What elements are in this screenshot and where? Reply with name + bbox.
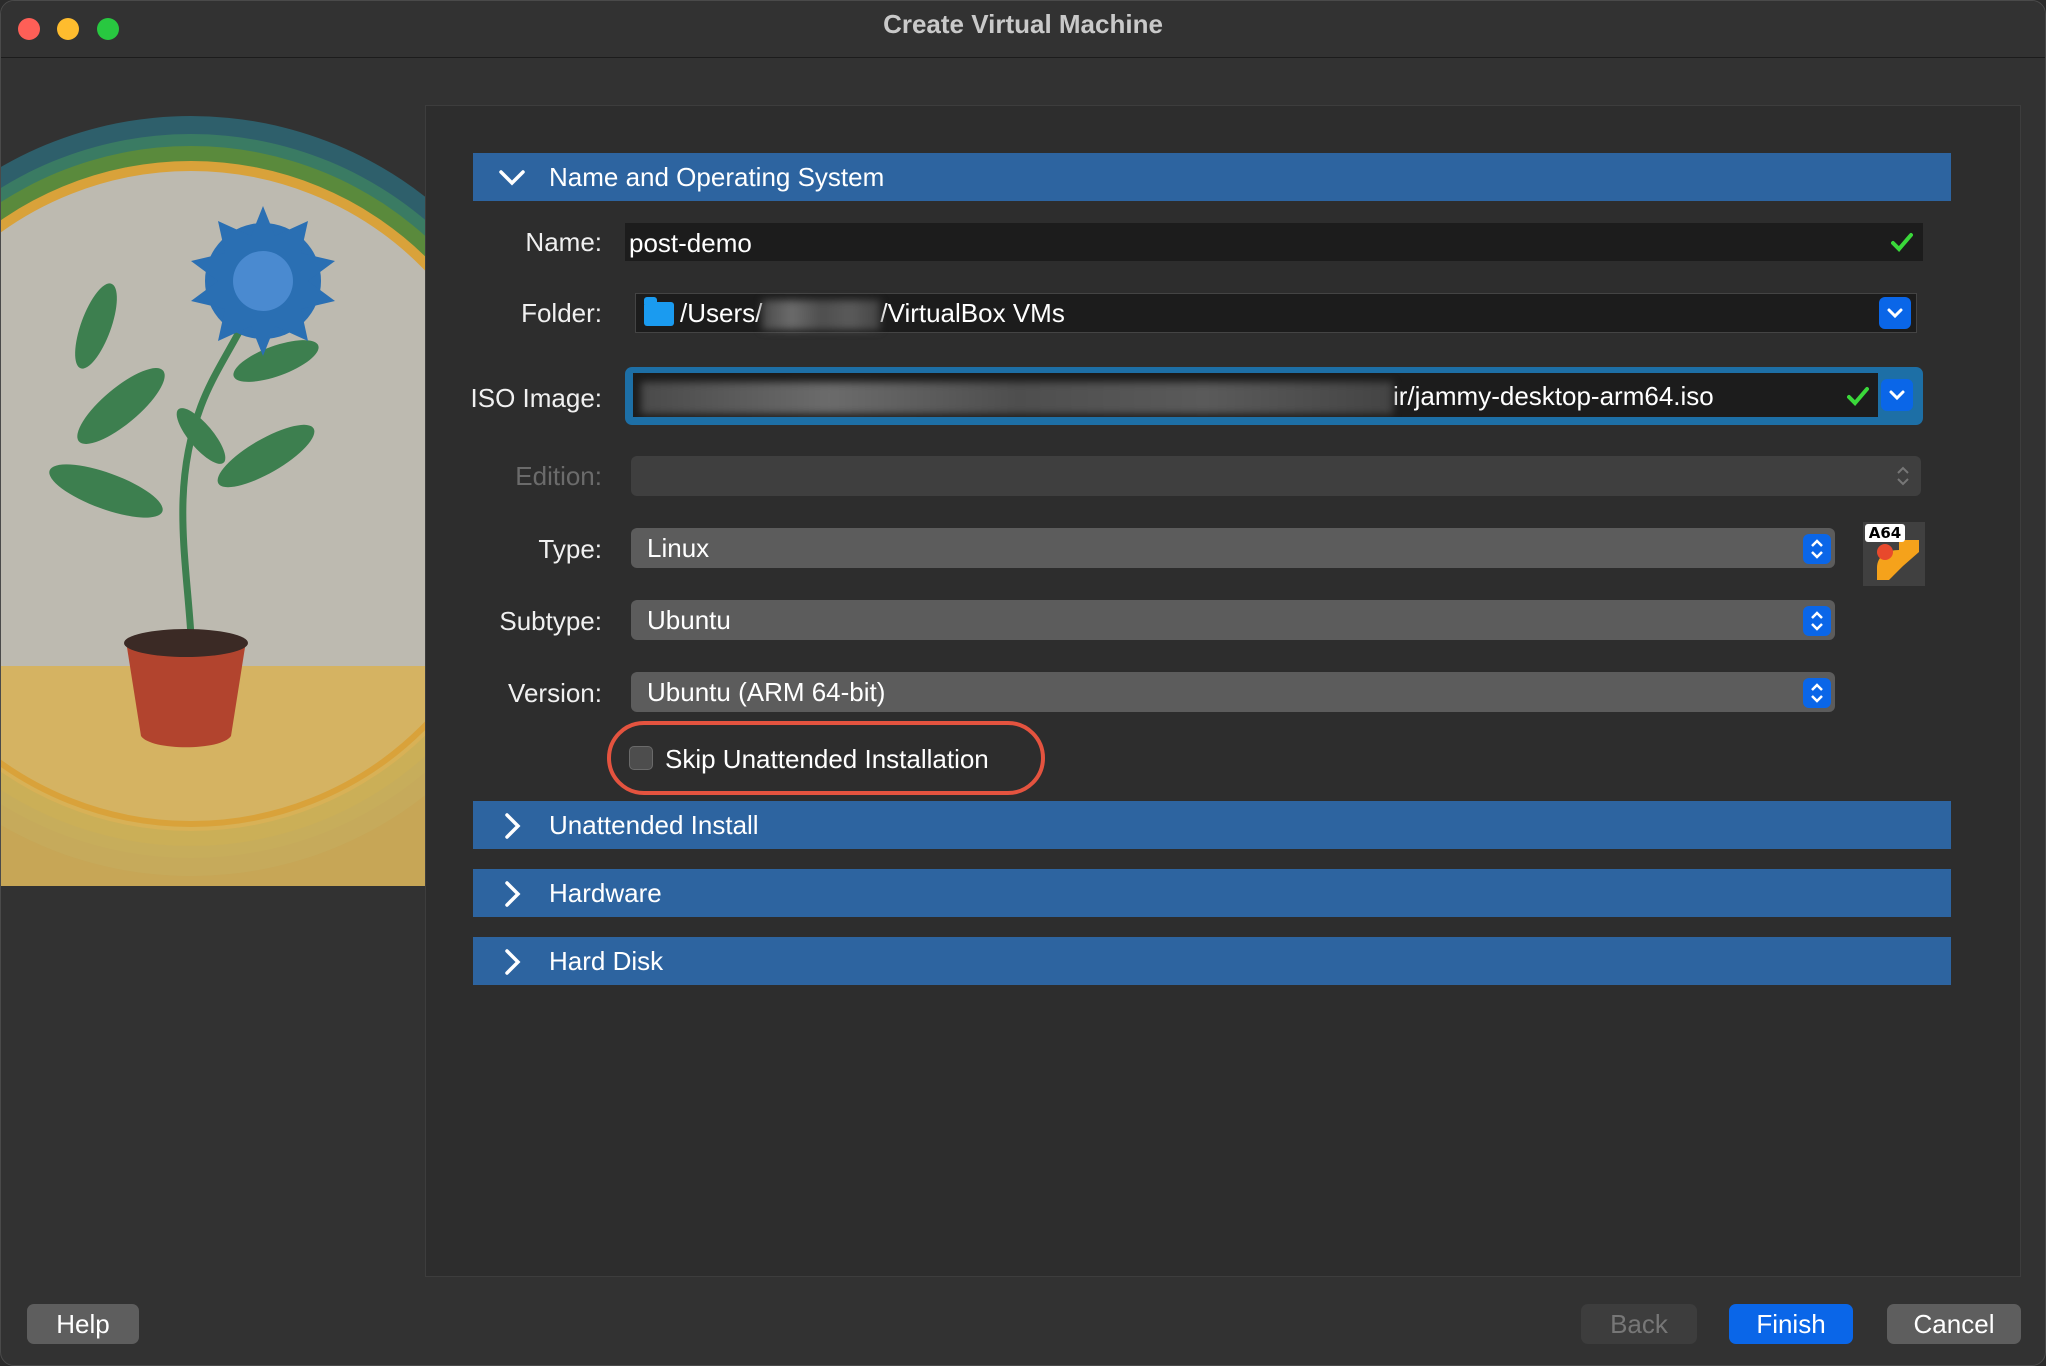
ubuntu-arm64-os-icon: A64 <box>1863 522 1925 586</box>
type-label: Type: <box>538 534 602 564</box>
cancel-button[interactable]: Cancel <box>1887 1304 2021 1344</box>
type-value: Linux <box>647 533 710 563</box>
window-title: Create Virtual Machine <box>883 9 1163 39</box>
skip-unattended-label[interactable]: Skip Unattended Installation <box>665 744 989 775</box>
section-hard-disk[interactable]: Hard Disk <box>473 937 1951 985</box>
iso-input[interactable]: ir/jammy-desktop-arm64.iso <box>633 373 1878 417</box>
skip-unattended-checkbox[interactable] <box>629 746 653 770</box>
folder-label: Folder: <box>521 298 602 328</box>
chevron-right-icon <box>505 881 521 907</box>
section-unattended-label: Unattended Install <box>549 810 759 840</box>
help-button[interactable]: Help <box>27 1304 139 1344</box>
subtype-label: Subtype: <box>499 606 602 636</box>
finish-button[interactable]: Finish <box>1729 1304 1853 1344</box>
name-label: Name: <box>525 227 602 257</box>
chevron-right-icon <box>505 949 521 975</box>
section-hardware-label: Hardware <box>549 878 662 908</box>
updown-chevron-icon <box>1811 539 1823 559</box>
iso-value: ir/jammy-desktop-arm64.iso <box>1393 381 1714 411</box>
redacted-username <box>762 300 881 331</box>
folder-path-prefix: /Users/ <box>680 298 763 328</box>
chevron-down-icon <box>1889 390 1905 401</box>
updown-chevron-icon <box>1897 466 1909 486</box>
version-select-stepper[interactable] <box>1803 678 1831 708</box>
iso-label: ISO Image: <box>470 383 603 413</box>
version-select[interactable]: Ubuntu (ARM 64-bit) <box>631 672 1835 712</box>
create-vm-window: Create Virtual Machine Name and Operatin… <box>0 0 2046 1366</box>
section-name-os[interactable]: Name and Operating System <box>473 153 1951 201</box>
chevron-down-icon <box>499 170 525 186</box>
valid-check-icon <box>1847 387 1869 406</box>
subtype-select[interactable]: Ubuntu <box>631 600 1835 640</box>
section-unattended-install[interactable]: Unattended Install <box>473 801 1951 849</box>
redacted-iso-path <box>641 382 1393 415</box>
section-hard-disk-label: Hard Disk <box>549 946 664 976</box>
folder-path-suffix: /VirtualBox VMs <box>880 298 1065 328</box>
edition-select <box>631 456 1921 496</box>
type-select[interactable]: Linux <box>631 528 1835 568</box>
name-input[interactable]: post-demo <box>625 223 1923 261</box>
os-badge-text: A64 <box>1869 524 1901 542</box>
subtype-value: Ubuntu <box>647 605 731 635</box>
name-value: post-demo <box>629 228 752 258</box>
section-hardware[interactable]: Hardware <box>473 869 1951 917</box>
section-name-os-label: Name and Operating System <box>549 162 885 192</box>
valid-check-icon <box>1891 233 1913 252</box>
folder-selector[interactable]: /Users/ /VirtualBox VMs <box>635 293 1917 333</box>
subtype-select-stepper[interactable] <box>1803 606 1831 636</box>
iso-dropdown-button[interactable] <box>1881 379 1913 411</box>
edition-label: Edition: <box>515 461 602 491</box>
title-bar: Create Virtual Machine <box>1 1 2045 58</box>
folder-dropdown-button[interactable] <box>1879 297 1911 329</box>
updown-chevron-icon <box>1811 683 1823 703</box>
version-value: Ubuntu (ARM 64-bit) <box>647 677 886 707</box>
back-button[interactable]: Back <box>1581 1304 1697 1344</box>
version-label: Version: <box>508 678 602 708</box>
folder-icon <box>644 297 674 326</box>
updown-chevron-icon <box>1811 611 1823 631</box>
chevron-right-icon <box>505 813 521 839</box>
iso-image-selector[interactable]: ir/jammy-desktop-arm64.iso <box>625 367 1923 425</box>
chevron-down-icon <box>1887 308 1903 319</box>
type-select-stepper[interactable] <box>1803 534 1831 564</box>
